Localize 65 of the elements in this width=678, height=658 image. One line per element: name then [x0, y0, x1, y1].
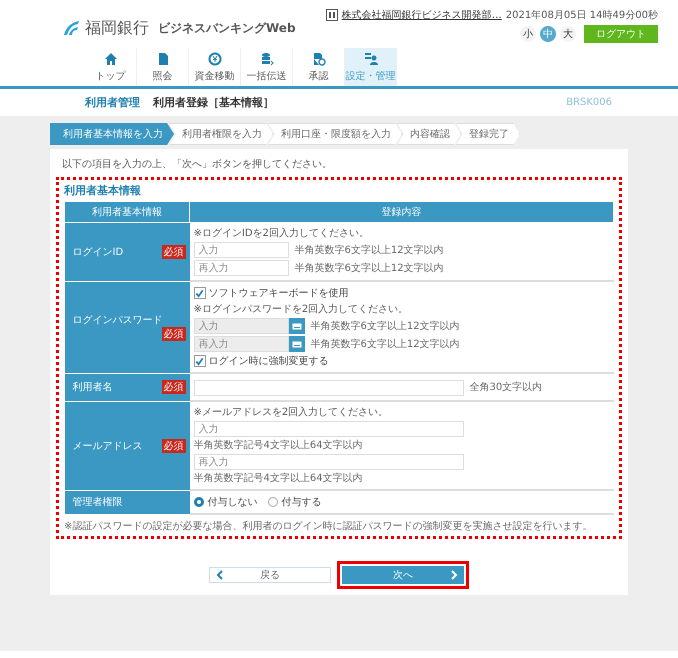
input-hint: 半角英数字6文字以上12文字以内	[310, 338, 460, 351]
text-field[interactable]: 入力	[194, 242, 288, 258]
keyboard-button[interactable]	[288, 318, 304, 334]
company-link[interactable]: 株式会社福岡銀行ビジネス開発部…	[342, 8, 502, 22]
radio-button[interactable]	[268, 497, 278, 507]
checkbox-label: ソフトウェアキーボードを使用	[208, 287, 348, 300]
instruction-note: ※メールアドレスを2回入力してください。	[194, 406, 390, 419]
field-label: ログインパスワード	[72, 314, 162, 327]
input-hint: 半角英数字記号4文字以上64文字以内	[194, 472, 364, 485]
input-hint: 半角英数字6文字以上12文字以内	[294, 244, 444, 257]
radio-label: 付与しない	[208, 496, 258, 509]
chevron-left-icon	[216, 570, 224, 580]
input-hint: 全角30文字以内	[470, 380, 542, 394]
section-title: 利用者管理	[85, 95, 141, 110]
radio-button[interactable]	[194, 497, 204, 507]
checkbox[interactable]	[194, 355, 206, 367]
input-hint: 半角英数字記号4文字以上64文字以内	[194, 438, 364, 452]
keyboard-icon	[292, 322, 302, 330]
back-button[interactable]: 戻る	[209, 567, 331, 583]
field-label: 利用者名	[72, 380, 112, 394]
text-field[interactable]: 再入力	[194, 454, 464, 470]
field-label: ログインID	[72, 246, 124, 259]
bank-name: 福岡銀行	[85, 18, 149, 38]
required-badge: 必須	[162, 327, 186, 341]
footnote: ※認証パスワードの設定が必要な場合、利用者のログイン時に認証パスワードの強制変更を実施させ設定を行います。	[64, 520, 594, 533]
home-icon	[104, 52, 118, 66]
text-field[interactable]: 再入力	[194, 260, 288, 276]
text-field[interactable]	[194, 380, 464, 396]
yen-coin-icon	[208, 52, 222, 66]
document-check-icon	[312, 52, 326, 66]
form-title: 利用者基本情報	[64, 183, 142, 198]
column-header: 登録内容	[190, 202, 614, 222]
database-icon	[260, 52, 274, 66]
font-size-button[interactable]: 小	[520, 26, 536, 42]
chevron-right-icon	[450, 570, 458, 580]
required-badge: 必須	[162, 438, 186, 452]
login-datetime: 2021年08月05日 14時49分00秒	[506, 8, 658, 22]
field-label: 管理者権限	[72, 496, 122, 509]
keyboard-button[interactable]	[288, 336, 304, 352]
instruction-note: ※ログインパスワードを2回入力してください。	[194, 302, 410, 316]
password-field[interactable]: 再入力	[194, 336, 288, 352]
font-size-button[interactable]: 大	[560, 26, 576, 42]
service-name: ビジネスバンキングWeb	[158, 20, 296, 36]
progress-step: 利用口座・限度額を入力	[268, 123, 402, 145]
keyboard-icon	[292, 340, 302, 348]
required-badge: 必須	[162, 244, 186, 259]
user-list-icon	[364, 52, 378, 66]
progress-step: 利用者基本情報を入力	[50, 123, 174, 145]
instruction-text: 以下の項目を入力の上、「次へ」ボタンを押してください。	[62, 158, 333, 171]
progress-step: 登録完了	[456, 123, 520, 145]
field-label: メールアドレス	[72, 440, 142, 452]
checkbox-label: ログイン時に強制変更する	[208, 354, 328, 368]
input-hint: 半角英数字6文字以上12文字以内	[310, 320, 460, 333]
checkbox[interactable]	[194, 287, 206, 299]
instruction-note: ※ログインIDを2回入力してください。	[194, 226, 370, 240]
screen-id: BRSK006	[566, 97, 612, 108]
text-field[interactable]: 入力	[194, 421, 464, 437]
input-hint: 半角英数字6文字以上12文字以内	[294, 262, 444, 275]
progress-step: 内容確認	[397, 123, 461, 145]
progress-step: 利用者権限を入力	[169, 123, 273, 145]
radio-label: 付与する	[282, 496, 322, 509]
password-field[interactable]: 入力	[194, 318, 288, 334]
page-title: 利用者登録［基本情報］	[153, 95, 275, 110]
column-header: 利用者基本情報	[64, 202, 190, 222]
required-badge: 必須	[162, 380, 186, 394]
